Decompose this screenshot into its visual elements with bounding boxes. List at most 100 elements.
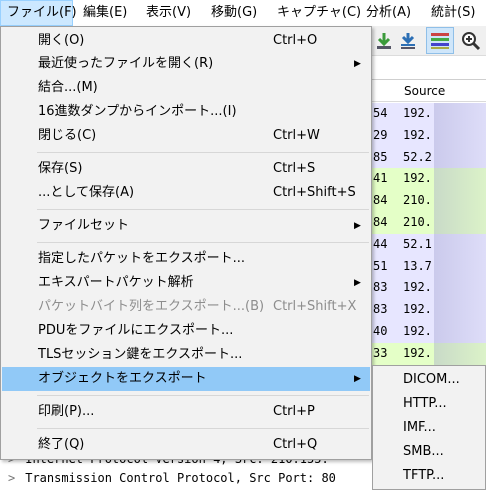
row-source-ip: 52.1 xyxy=(403,236,432,251)
table-row[interactable]: 33 192. xyxy=(372,342,486,365)
row-blurred-cell xyxy=(434,211,486,234)
table-row[interactable]: 84 210. xyxy=(372,190,486,212)
menubar: ファイル(F) 編集(E) 表示(V) 移動(G) キャプチャ(C) 分析(A)… xyxy=(0,0,486,26)
main-toolbar xyxy=(372,26,486,56)
row-source-ip: 192. xyxy=(403,127,432,142)
row-blurred-cell xyxy=(434,190,486,212)
row-number: 40 xyxy=(373,323,388,338)
submenu-item-imf[interactable]: IMF... xyxy=(403,416,436,440)
menu-item-merge[interactable]: 結合...(M) xyxy=(2,76,370,100)
export-objects-submenu: DICOM... HTTP... IMF... SMB... TFTP... xyxy=(372,365,486,490)
row-number: 84 xyxy=(373,193,388,208)
download-icon[interactable] xyxy=(374,31,394,51)
row-blurred-cell xyxy=(434,233,486,256)
row-blurred-cell xyxy=(434,255,486,278)
file-menu: 開く(O) Ctrl+O 最近使ったファイルを開く(R) ▶ 結合...(M) … xyxy=(0,26,372,460)
zoom-in-icon[interactable] xyxy=(461,31,481,51)
row-number: 54 xyxy=(373,106,388,120)
menu-item-file-set[interactable]: ファイルセット ▶ xyxy=(2,214,370,238)
menu-separator xyxy=(37,209,369,210)
row-blurred-cell xyxy=(434,168,486,191)
menu-view[interactable]: 表示(V) xyxy=(146,0,191,26)
row-blurred-cell xyxy=(434,277,486,300)
menu-separator xyxy=(37,395,369,396)
packet-list-header: Source xyxy=(372,82,486,102)
submenu-item-tftp[interactable]: TFTP... xyxy=(403,464,444,488)
row-number: 84 xyxy=(373,214,388,229)
submenu-arrow-icon: ▶ xyxy=(354,374,361,384)
table-row[interactable]: 40 192. xyxy=(372,320,486,343)
row-number: 83 xyxy=(373,302,388,317)
menu-separator xyxy=(37,152,369,153)
row-source-ip: 192. xyxy=(403,106,432,120)
row-source-ip: 192. xyxy=(403,302,432,317)
table-row[interactable]: 85 52.2 xyxy=(372,146,486,169)
row-number: 85 xyxy=(373,149,388,164)
row-number: 44 xyxy=(373,236,388,251)
submenu-item-http[interactable]: HTTP... xyxy=(403,392,447,416)
menu-item-export-specified[interactable]: 指定したパケットをエクスポート... xyxy=(2,247,370,271)
table-row[interactable]: 83 192. xyxy=(372,277,486,300)
menu-file[interactable]: ファイル(F) xyxy=(0,0,77,26)
menu-edit[interactable]: 編集(E) xyxy=(83,0,127,26)
row-number: 83 xyxy=(373,280,388,295)
menu-capture[interactable]: キャプチャ(C) xyxy=(277,0,361,26)
table-row[interactable]: 41 192. xyxy=(372,168,486,191)
menu-item-save[interactable]: 保存(S) Ctrl+S xyxy=(2,157,370,181)
row-number: 29 xyxy=(373,127,388,142)
row-source-ip: 210. xyxy=(403,214,432,229)
menu-statistics[interactable]: 統計(S) xyxy=(431,0,475,26)
row-number: 51 xyxy=(373,258,388,273)
table-row[interactable]: 44 52.1 xyxy=(372,233,486,256)
row-source-ip: 210. xyxy=(403,193,432,208)
table-row[interactable]: 51 13.7 xyxy=(372,255,486,278)
column-source[interactable]: Source xyxy=(404,84,445,98)
expand-chevron-icon[interactable]: > xyxy=(8,471,15,485)
submenu-arrow-icon: ▶ xyxy=(354,221,361,231)
menu-item-export-pdu[interactable]: PDUをファイルにエクスポート... xyxy=(2,319,370,343)
row-blurred-cell xyxy=(434,299,486,321)
menu-item-export-objects[interactable]: オブジェクトをエクスポート ▶ xyxy=(2,367,370,391)
colorize-toggle[interactable] xyxy=(426,27,454,54)
row-number: 41 xyxy=(373,171,388,186)
table-row[interactable]: 84 210. xyxy=(372,211,486,234)
menu-item-close[interactable]: 閉じる(C) Ctrl+W xyxy=(2,124,370,148)
table-row[interactable]: 83 192. xyxy=(372,299,486,321)
row-source-ip: 52.2 xyxy=(403,149,432,164)
jump-last-icon[interactable] xyxy=(398,31,418,51)
menu-item-save-as[interactable]: ...として保存(A) Ctrl+Shift+S xyxy=(2,181,370,205)
menu-separator xyxy=(37,242,369,243)
menu-item-import-hex[interactable]: 16進数ダンプからインポート...(I) xyxy=(2,100,370,124)
menu-item-quit[interactable]: 終了(Q) Ctrl+Q xyxy=(2,433,370,457)
submenu-item-smb[interactable]: SMB... xyxy=(403,440,444,464)
detail-tcp-line[interactable]: > Transmission Control Protocol, Src Port… xyxy=(8,471,336,485)
menu-analyze[interactable]: 分析(A) xyxy=(366,0,411,26)
table-row[interactable]: 29 192. xyxy=(372,124,486,147)
menu-go[interactable]: 移動(G) xyxy=(211,0,257,26)
row-blurred-cell xyxy=(434,124,486,147)
menu-item-open-recent[interactable]: 最近使ったファイルを開く(R) ▶ xyxy=(2,52,370,76)
menu-item-export-bytes: パケットバイト列をエクスポート...(B) Ctrl+Shift+X xyxy=(38,299,357,314)
row-source-ip: 192. xyxy=(403,280,432,295)
menu-item-print[interactable]: 印刷(P)... Ctrl+P xyxy=(2,400,370,424)
row-blurred-cell xyxy=(434,146,486,169)
colorize-icon xyxy=(431,33,449,49)
submenu-arrow-icon: ▶ xyxy=(354,278,361,288)
row-number: 33 xyxy=(373,345,388,360)
table-row[interactable]: 54 192. xyxy=(372,103,486,125)
row-blurred-cell xyxy=(434,320,486,343)
menu-item-export-tls-keys[interactable]: TLSセッション鍵をエクスポート... xyxy=(2,343,370,367)
row-blurred-cell xyxy=(434,342,486,365)
menu-item-export-dissections[interactable]: エキスパートパケット解析 ▶ xyxy=(2,271,370,295)
row-source-ip: 192. xyxy=(403,323,432,338)
row-source-ip: 192. xyxy=(403,171,432,186)
packet-list: 54 192. 29 192. 85 52.2 41 192. 84 210. 84 210. 44 52… xyxy=(372,103,486,409)
submenu-item-dicom[interactable]: DICOM... xyxy=(403,368,460,392)
row-source-ip: 13.7 xyxy=(403,258,432,273)
row-blurred-cell xyxy=(434,103,486,125)
submenu-arrow-icon: ▶ xyxy=(354,59,361,69)
display-filter-bar[interactable] xyxy=(372,56,486,80)
row-source-ip: 192. xyxy=(403,345,432,360)
menu-separator xyxy=(37,428,369,429)
menu-item-open[interactable]: 開く(O) Ctrl+O xyxy=(2,29,370,53)
